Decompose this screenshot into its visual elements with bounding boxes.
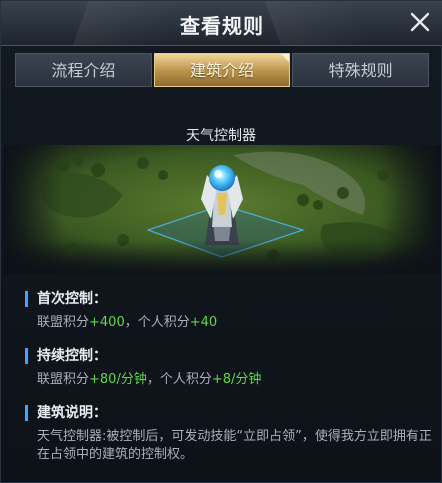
personal-points-value: +8/分钟	[211, 372, 262, 387]
close-button[interactable]	[407, 9, 433, 35]
dialog-title: 查看规则	[180, 14, 264, 38]
tab-buildings[interactable]: 建筑介绍	[153, 53, 291, 87]
personal-points-label: 个人积分	[159, 372, 212, 387]
first-control-heading: 首次控制：	[25, 290, 217, 308]
building-preview-image	[3, 145, 441, 275]
building-description-heading: 建筑说明：	[25, 404, 432, 422]
building-name: 天气控制器	[1, 125, 441, 148]
continuous-control-section: 持续控制： 联盟积分+80/分钟，个人积分+8/分钟	[25, 347, 261, 389]
alliance-points-label: 联盟积分	[37, 372, 90, 387]
first-control-body: 联盟积分+400，个人积分+40	[25, 314, 217, 332]
continuous-control-body: 联盟积分+80/分钟，个人积分+8/分钟	[25, 371, 261, 389]
continuous-control-heading: 持续控制：	[25, 347, 261, 365]
personal-points-label: 个人积分	[137, 315, 190, 330]
weather-controller-illustration	[3, 145, 441, 275]
tab-special-rules[interactable]: 特殊规则	[292, 53, 430, 87]
personal-points-value: +40	[189, 315, 218, 330]
separator: ，	[124, 315, 138, 330]
alliance-points-value: +80/分钟	[89, 372, 147, 387]
title-bar: 查看规则	[1, 1, 442, 46]
first-control-section: 首次控制： 联盟积分+400，个人积分+40	[25, 290, 217, 332]
alliance-points-label: 联盟积分	[37, 315, 90, 330]
alliance-points-value: +400	[89, 315, 125, 330]
separator: ，	[146, 372, 160, 387]
tab-bar: 流程介绍 建筑介绍 特殊规则	[15, 53, 430, 87]
rules-dialog: 查看规则 流程介绍 建筑介绍 特殊规则 天气控制器 首次控制： 联盟积分+400…	[0, 0, 442, 483]
tab-process[interactable]: 流程介绍	[15, 53, 152, 87]
building-description-section: 建筑说明： 天气控制器:被控制后，可发动技能“立即占领”，使得我方立即拥有正在占…	[25, 404, 432, 464]
close-icon	[410, 12, 430, 32]
building-description-text: 天气控制器:被控制后，可发动技能“立即占领”，使得我方立即拥有正在占领中的建筑的…	[37, 429, 432, 462]
